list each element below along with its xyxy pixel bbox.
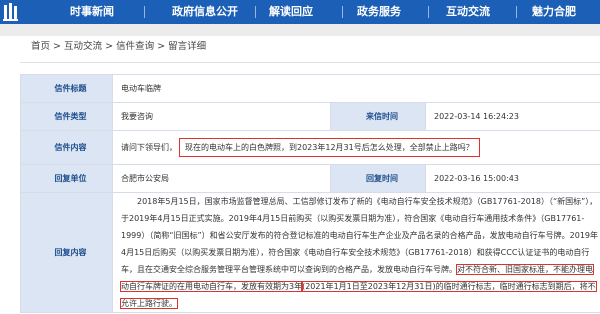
unit-label: 回复单位 xyxy=(20,164,113,193)
content-highlight: 现在的电动车上的白色牌照，到2023年12月31号后怎么处理，全部禁止上路吗？ xyxy=(179,138,480,157)
table-row: 回复内容 2018年5月15日，国家市场监督管理总局、工信部修订发布了新的《电动… xyxy=(20,192,600,313)
reply-label: 回复内容 xyxy=(20,192,113,313)
nav-separator xyxy=(428,6,429,18)
table-row: 信件类型 我要咨询 来信时间 2022-03-14 16:24:23 xyxy=(20,102,600,131)
breadcrumb-divider xyxy=(20,62,600,63)
banner-strip xyxy=(0,24,600,36)
breadcrumb-separator: > xyxy=(157,41,166,52)
nav-separator xyxy=(144,6,145,18)
letter-date: 2022-03-14 16:24:23 xyxy=(424,102,600,131)
reply-unit: 合肥市公安局 xyxy=(112,164,331,193)
content-label: 信件内容 xyxy=(20,130,113,165)
letter-type: 我要咨询 xyxy=(112,102,331,131)
letter-title: 电动车临牌 xyxy=(111,74,600,103)
reply-date-label: 回复时间 xyxy=(330,164,426,193)
reply-date: 2022-03-16 15:00:43 xyxy=(424,164,600,193)
nav-item-interpretation[interactable]: 解读回应 xyxy=(269,0,313,24)
nav-separator xyxy=(516,6,517,18)
breadcrumb-interaction[interactable]: 互动交流 xyxy=(64,41,102,52)
breadcrumb-letter-query[interactable]: 信件查询 xyxy=(116,41,154,52)
type-label: 信件类型 xyxy=(20,102,113,131)
letter-content: 请问下领导们， 现在的电动车上的白色牌照，到2023年12月31号后怎么处理，全部… xyxy=(111,130,600,165)
nav-item-news[interactable]: 时事新闻 xyxy=(70,0,114,24)
breadcrumb-separator: > xyxy=(53,41,62,52)
letter-detail-table: 信件标题 电动车临牌 信件类型 我要咨询 来信时间 2022-03-14 16:… xyxy=(20,74,600,313)
breadcrumb-separator: > xyxy=(105,41,114,52)
title-label: 信件标题 xyxy=(20,74,113,103)
nav-item-gov-info[interactable]: 政府信息公开 xyxy=(172,0,238,24)
top-navigation-bar: 时事新闻 政府信息公开 解读回应 政务服务 互动交流 魅力合肥 xyxy=(0,0,600,24)
reply-content: 2018年5月15日，国家市场监督管理总局、工信部修订发布了新的《电动自行车安全… xyxy=(111,192,600,313)
table-row: 信件内容 请问下领导们， 现在的电动车上的白色牌照，到2023年12月31号后怎么… xyxy=(20,130,600,165)
nav-item-interaction[interactable]: 互动交流 xyxy=(446,0,490,24)
table-row: 信件标题 电动车临牌 xyxy=(20,74,600,103)
nav-separator xyxy=(342,6,343,18)
reply-paragraph: 2018年5月15日，国家市场监督管理总局、工信部修订发布了新的《电动自行车安全… xyxy=(121,197,599,274)
nav-separator xyxy=(255,6,256,18)
date-label: 来信时间 xyxy=(330,102,426,131)
breadcrumb: 首页 > 互动交流 > 信件查询 > 留言详细 xyxy=(31,39,206,55)
content-prefix: 请问下领导们， xyxy=(121,143,177,152)
site-logo-icon[interactable] xyxy=(0,0,22,24)
breadcrumb-current: 留言详细 xyxy=(168,41,207,52)
table-row: 回复单位 合肥市公安局 回复时间 2022-03-16 15:00:43 xyxy=(20,164,600,193)
nav-item-services[interactable]: 政务服务 xyxy=(357,0,401,24)
breadcrumb-home[interactable]: 首页 xyxy=(31,41,50,52)
nav-item-charm-hefei[interactable]: 魅力合肥 xyxy=(532,0,576,24)
